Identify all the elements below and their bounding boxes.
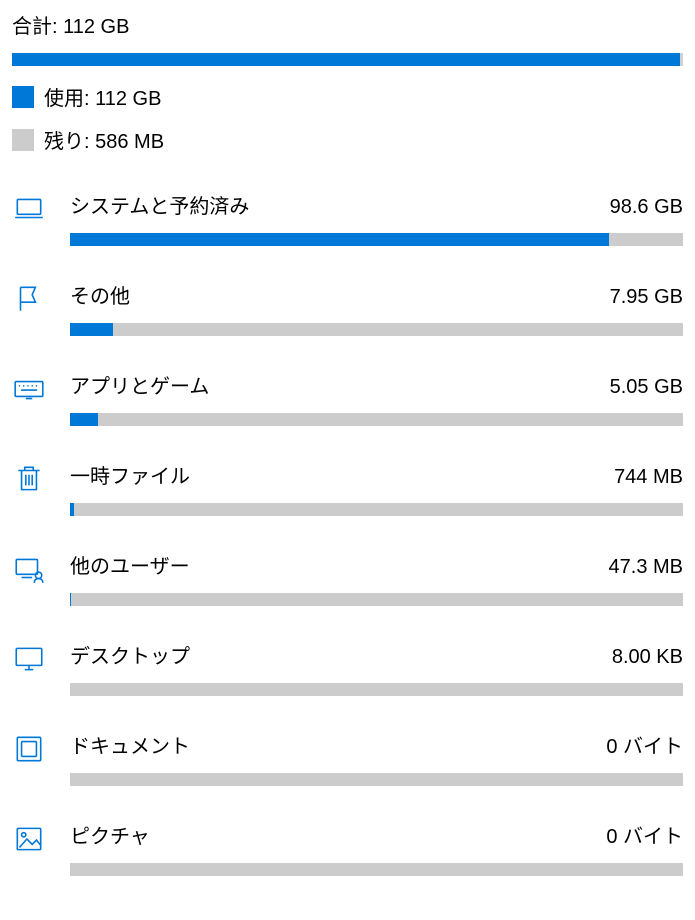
category-size: 98.6 GB: [610, 196, 683, 219]
category-size: 5.05 GB: [610, 376, 683, 399]
users-icon: [12, 552, 46, 586]
free-legend-label: 残り: 586 MB: [44, 125, 164, 154]
storage-categories: システムと予約済み 98.6 GB その他 7.95 GB アプリとゲーム 5.05 GB…: [12, 190, 683, 876]
laptop-icon: [12, 192, 46, 226]
category-bar: [70, 413, 683, 426]
category-size: 8.00 KB: [612, 646, 683, 669]
category-label: 他のユーザー: [70, 550, 190, 579]
category-header: システムと予約済み 98.6 GB: [70, 190, 683, 219]
category-content: ピクチャ 0 バイト: [70, 820, 683, 876]
monitor-icon: [12, 642, 46, 676]
category-bar: [70, 323, 683, 336]
category-header: ピクチャ 0 バイト: [70, 820, 683, 849]
category-bar: [70, 593, 683, 606]
total-storage-bar: [12, 53, 683, 66]
used-legend-swatch: [12, 86, 34, 108]
category-header: アプリとゲーム 5.05 GB: [70, 370, 683, 399]
category-bar: [70, 503, 683, 516]
used-legend-row: 使用: 112 GB: [12, 82, 683, 111]
category-bar: [70, 773, 683, 786]
category-row[interactable]: ピクチャ 0 バイト: [12, 820, 683, 876]
total-storage-bar-fill: [12, 53, 680, 66]
flag-icon: [12, 282, 46, 316]
category-row[interactable]: ドキュメント 0 バイト: [12, 730, 683, 786]
category-content: その他 7.95 GB: [70, 280, 683, 336]
used-legend-label: 使用: 112 GB: [44, 82, 161, 111]
category-content: アプリとゲーム 5.05 GB: [70, 370, 683, 426]
category-label: 一時ファイル: [70, 460, 190, 489]
category-bar: [70, 233, 683, 246]
category-row[interactable]: 他のユーザー 47.3 MB: [12, 550, 683, 606]
category-label: ドキュメント: [70, 730, 190, 759]
category-label: その他: [70, 280, 130, 309]
category-label: アプリとゲーム: [70, 370, 209, 399]
total-storage-label: 合計: 112 GB: [12, 10, 683, 39]
category-header: デスクトップ 8.00 KB: [70, 640, 683, 669]
category-bar-fill: [70, 233, 609, 246]
category-content: デスクトップ 8.00 KB: [70, 640, 683, 696]
category-content: システムと予約済み 98.6 GB: [70, 190, 683, 246]
category-row[interactable]: 一時ファイル 744 MB: [12, 460, 683, 516]
document-icon: [12, 732, 46, 766]
category-size: 47.3 MB: [609, 556, 683, 579]
category-size: 744 MB: [614, 466, 683, 489]
category-label: デスクトップ: [70, 640, 190, 669]
category-bar-fill: [70, 413, 98, 426]
category-size: 0 バイト: [606, 820, 683, 849]
free-legend-row: 残り: 586 MB: [12, 125, 683, 154]
category-content: ドキュメント 0 バイト: [70, 730, 683, 786]
category-label: ピクチャ: [70, 820, 150, 849]
category-size: 0 バイト: [606, 730, 683, 759]
category-row[interactable]: アプリとゲーム 5.05 GB: [12, 370, 683, 426]
category-content: 他のユーザー 47.3 MB: [70, 550, 683, 606]
category-label: システムと予約済み: [70, 190, 249, 219]
category-header: ドキュメント 0 バイト: [70, 730, 683, 759]
category-content: 一時ファイル 744 MB: [70, 460, 683, 516]
category-size: 7.95 GB: [610, 286, 683, 309]
category-header: その他 7.95 GB: [70, 280, 683, 309]
category-header: 他のユーザー 47.3 MB: [70, 550, 683, 579]
picture-icon: [12, 822, 46, 856]
category-row[interactable]: その他 7.95 GB: [12, 280, 683, 336]
category-row[interactable]: デスクトップ 8.00 KB: [12, 640, 683, 696]
category-bar: [70, 863, 683, 876]
keyboard-icon: [12, 372, 46, 406]
trash-icon: [12, 462, 46, 496]
free-legend-swatch: [12, 129, 34, 151]
category-bar-fill: [70, 503, 74, 516]
category-row[interactable]: システムと予約済み 98.6 GB: [12, 190, 683, 246]
category-bar: [70, 683, 683, 696]
category-header: 一時ファイル 744 MB: [70, 460, 683, 489]
category-bar-fill: [70, 323, 113, 336]
